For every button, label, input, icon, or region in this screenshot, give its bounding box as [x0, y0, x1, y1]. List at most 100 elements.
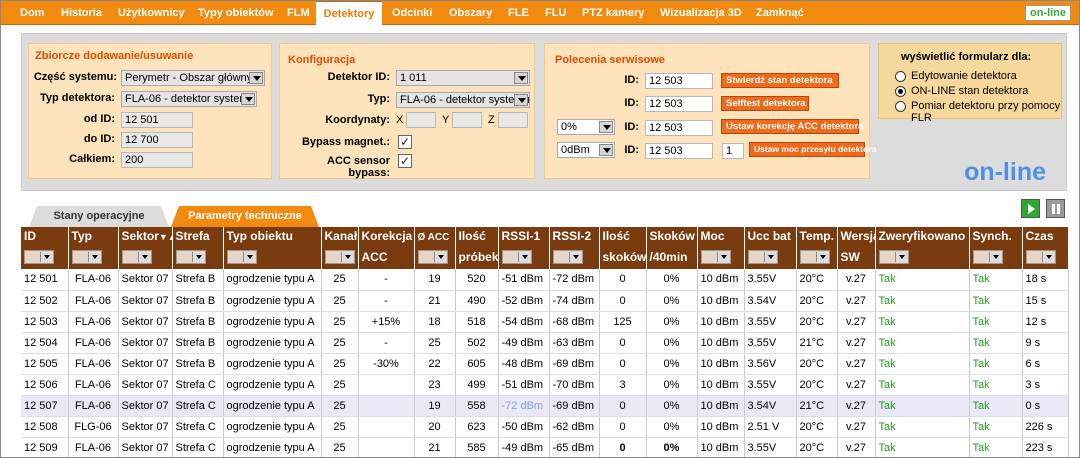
column-header[interactable]: Zweryfikowano: [875, 227, 970, 248]
filter-select[interactable]: [1025, 250, 1056, 264]
selftest-button[interactable]: Selftest detektora: [721, 96, 809, 111]
bypass-checkbox[interactable]: ✓: [398, 135, 412, 149]
service-id-field[interactable]: 12 503: [645, 73, 713, 89]
sort-icon[interactable]: ▼▲: [159, 232, 171, 242]
filter-select[interactable]: [552, 250, 583, 264]
column-filter[interactable]: [744, 248, 797, 269]
column-header[interactable]: Typ: [68, 227, 119, 248]
filter-select[interactable]: [799, 250, 830, 264]
column-header[interactable]: Typ obiektu: [223, 227, 322, 248]
coord-x-field[interactable]: [406, 112, 436, 128]
nav-detektory[interactable]: Detektory: [316, 1, 382, 25]
filter-select[interactable]: [324, 250, 355, 264]
column-header[interactable]: Synch.: [969, 227, 1023, 248]
nav-flu[interactable]: FLU: [543, 1, 568, 25]
nav-obszary[interactable]: Obszary: [447, 1, 494, 25]
coord-y-field[interactable]: [452, 112, 482, 128]
column-filter[interactable]: próbek: [455, 248, 499, 269]
nav-ptz-kamery[interactable]: PTZ kamery: [580, 1, 646, 25]
column-filter[interactable]: [21, 248, 69, 269]
filter-select[interactable]: [417, 250, 448, 264]
table-row[interactable]: 12 508 FLG-06 Sektor 07 Strefa Cogrodzenie …: [21, 416, 1069, 438]
service-id-field[interactable]: 12 503: [645, 120, 713, 136]
table-row[interactable]: 12 507 FLA-06 Sektor 07 Strefa Cogrodzenie …: [21, 395, 1069, 417]
column-filter[interactable]: skoków: [599, 248, 647, 269]
column-filter[interactable]: [969, 248, 1023, 269]
to-id-field[interactable]: 12 700: [121, 132, 193, 148]
power-level-field[interactable]: 1: [722, 143, 744, 159]
nav-typy-obiektow[interactable]: Typy obiektów: [196, 1, 276, 25]
column-filter[interactable]: [118, 248, 173, 269]
column-header[interactable]: Ilość: [599, 227, 647, 248]
column-header[interactable]: Moc: [697, 227, 745, 248]
acc-bypass-checkbox[interactable]: ✓: [398, 154, 412, 168]
radio-flr[interactable]: [895, 101, 906, 112]
column-filter[interactable]: [796, 248, 838, 269]
tab-stany-operacyjne[interactable]: Stany operacyjne: [29, 206, 169, 227]
column-filter[interactable]: SW: [837, 248, 876, 269]
filter-select[interactable]: [175, 250, 206, 264]
table-row[interactable]: 12 503 FLA-06 Sektor 07 Strefa Bogrodzenie …: [21, 311, 1069, 333]
filter-select[interactable]: [700, 250, 731, 264]
coord-z-field[interactable]: [498, 112, 528, 128]
column-filter[interactable]: [414, 248, 456, 269]
nav-dom[interactable]: Dom: [18, 1, 46, 25]
acc-correction-select[interactable]: 0%: [557, 119, 615, 135]
table-row[interactable]: 12 505 FLA-06 Sektor 07 Strefa Bogrodzenie …: [21, 353, 1069, 375]
set-acc-button[interactable]: Ustaw korekcję ACC detektora: [721, 119, 863, 134]
filter-select[interactable]: [878, 250, 909, 264]
column-header[interactable]: Ilość: [455, 227, 499, 248]
column-filter[interactable]: [549, 248, 600, 269]
column-filter[interactable]: ACC: [358, 248, 415, 269]
column-filter[interactable]: [875, 248, 970, 269]
column-header[interactable]: Czas: [1022, 227, 1069, 248]
from-id-field[interactable]: 12 501: [121, 112, 193, 128]
column-header[interactable]: Wersja: [837, 227, 876, 248]
column-header[interactable]: RSSI-2: [549, 227, 600, 248]
column-header[interactable]: RSSI-1: [498, 227, 550, 248]
play-icon[interactable]: [1021, 199, 1040, 218]
tab-parametry-techniczne[interactable]: Parametry techniczne: [171, 206, 319, 227]
nav-historia[interactable]: Historia: [59, 1, 104, 25]
nav-uzytkownicy[interactable]: Użytkownicy: [116, 1, 187, 25]
column-filter[interactable]: [68, 248, 119, 269]
filter-select[interactable]: [71, 250, 102, 264]
column-header[interactable]: ID: [21, 227, 69, 248]
nav-wizualizacja-3d[interactable]: Wizualizacja 3D: [658, 1, 744, 25]
column-header[interactable]: Ucc bat: [744, 227, 797, 248]
system-select[interactable]: Perymetr - Obszar główny: [121, 70, 265, 86]
filter-select[interactable]: [747, 250, 778, 264]
pause-icon[interactable]: [1046, 199, 1065, 218]
column-filter[interactable]: /40min: [646, 248, 698, 269]
column-filter[interactable]: [321, 248, 359, 269]
column-filter[interactable]: [1022, 248, 1069, 269]
nav-flm[interactable]: FLM: [285, 1, 312, 25]
filter-select[interactable]: [121, 250, 152, 264]
detector-type-select[interactable]: FLA-06 - detektor systemu: [121, 91, 257, 107]
filter-select[interactable]: [24, 250, 54, 264]
column-filter[interactable]: [697, 248, 745, 269]
set-power-button[interactable]: Ustaw moc przesyłu detektora: [749, 142, 876, 157]
filter-select[interactable]: [972, 250, 1003, 264]
config-type-select[interactable]: FLA-06 - detektor systemu: [396, 92, 530, 108]
column-filter[interactable]: [172, 248, 224, 269]
column-header[interactable]: Temp.: [796, 227, 838, 248]
column-header[interactable]: Ø ACC: [414, 227, 456, 248]
table-row[interactable]: 12 509 FLA-06 Sektor 07 Strefa Cogrodzenie …: [21, 437, 1069, 457]
column-header[interactable]: Sektor▼▲: [118, 227, 173, 248]
table-row[interactable]: 12 504 FLA-06 Sektor 07 Strefa Bogrodzenie …: [21, 332, 1069, 354]
column-header[interactable]: Kanał: [321, 227, 359, 248]
column-header[interactable]: Korekcja: [358, 227, 415, 248]
service-id-field[interactable]: 12 503: [645, 143, 713, 159]
table-row[interactable]: 12 506 FLA-06 Sektor 07 Strefa Cogrodzenie …: [21, 374, 1069, 396]
radio-online[interactable]: [895, 86, 906, 97]
column-header[interactable]: Skoków: [646, 227, 698, 248]
detector-id-select[interactable]: 1 011: [396, 70, 530, 86]
radio-edit[interactable]: [895, 71, 906, 82]
column-filter[interactable]: [223, 248, 322, 269]
filter-select[interactable]: [226, 250, 257, 264]
power-select[interactable]: 0dBm: [557, 142, 615, 158]
nav-fle[interactable]: FLE: [506, 1, 531, 25]
nav-odcinki[interactable]: Odcinki: [390, 1, 434, 25]
service-id-field[interactable]: 12 503: [645, 96, 713, 112]
